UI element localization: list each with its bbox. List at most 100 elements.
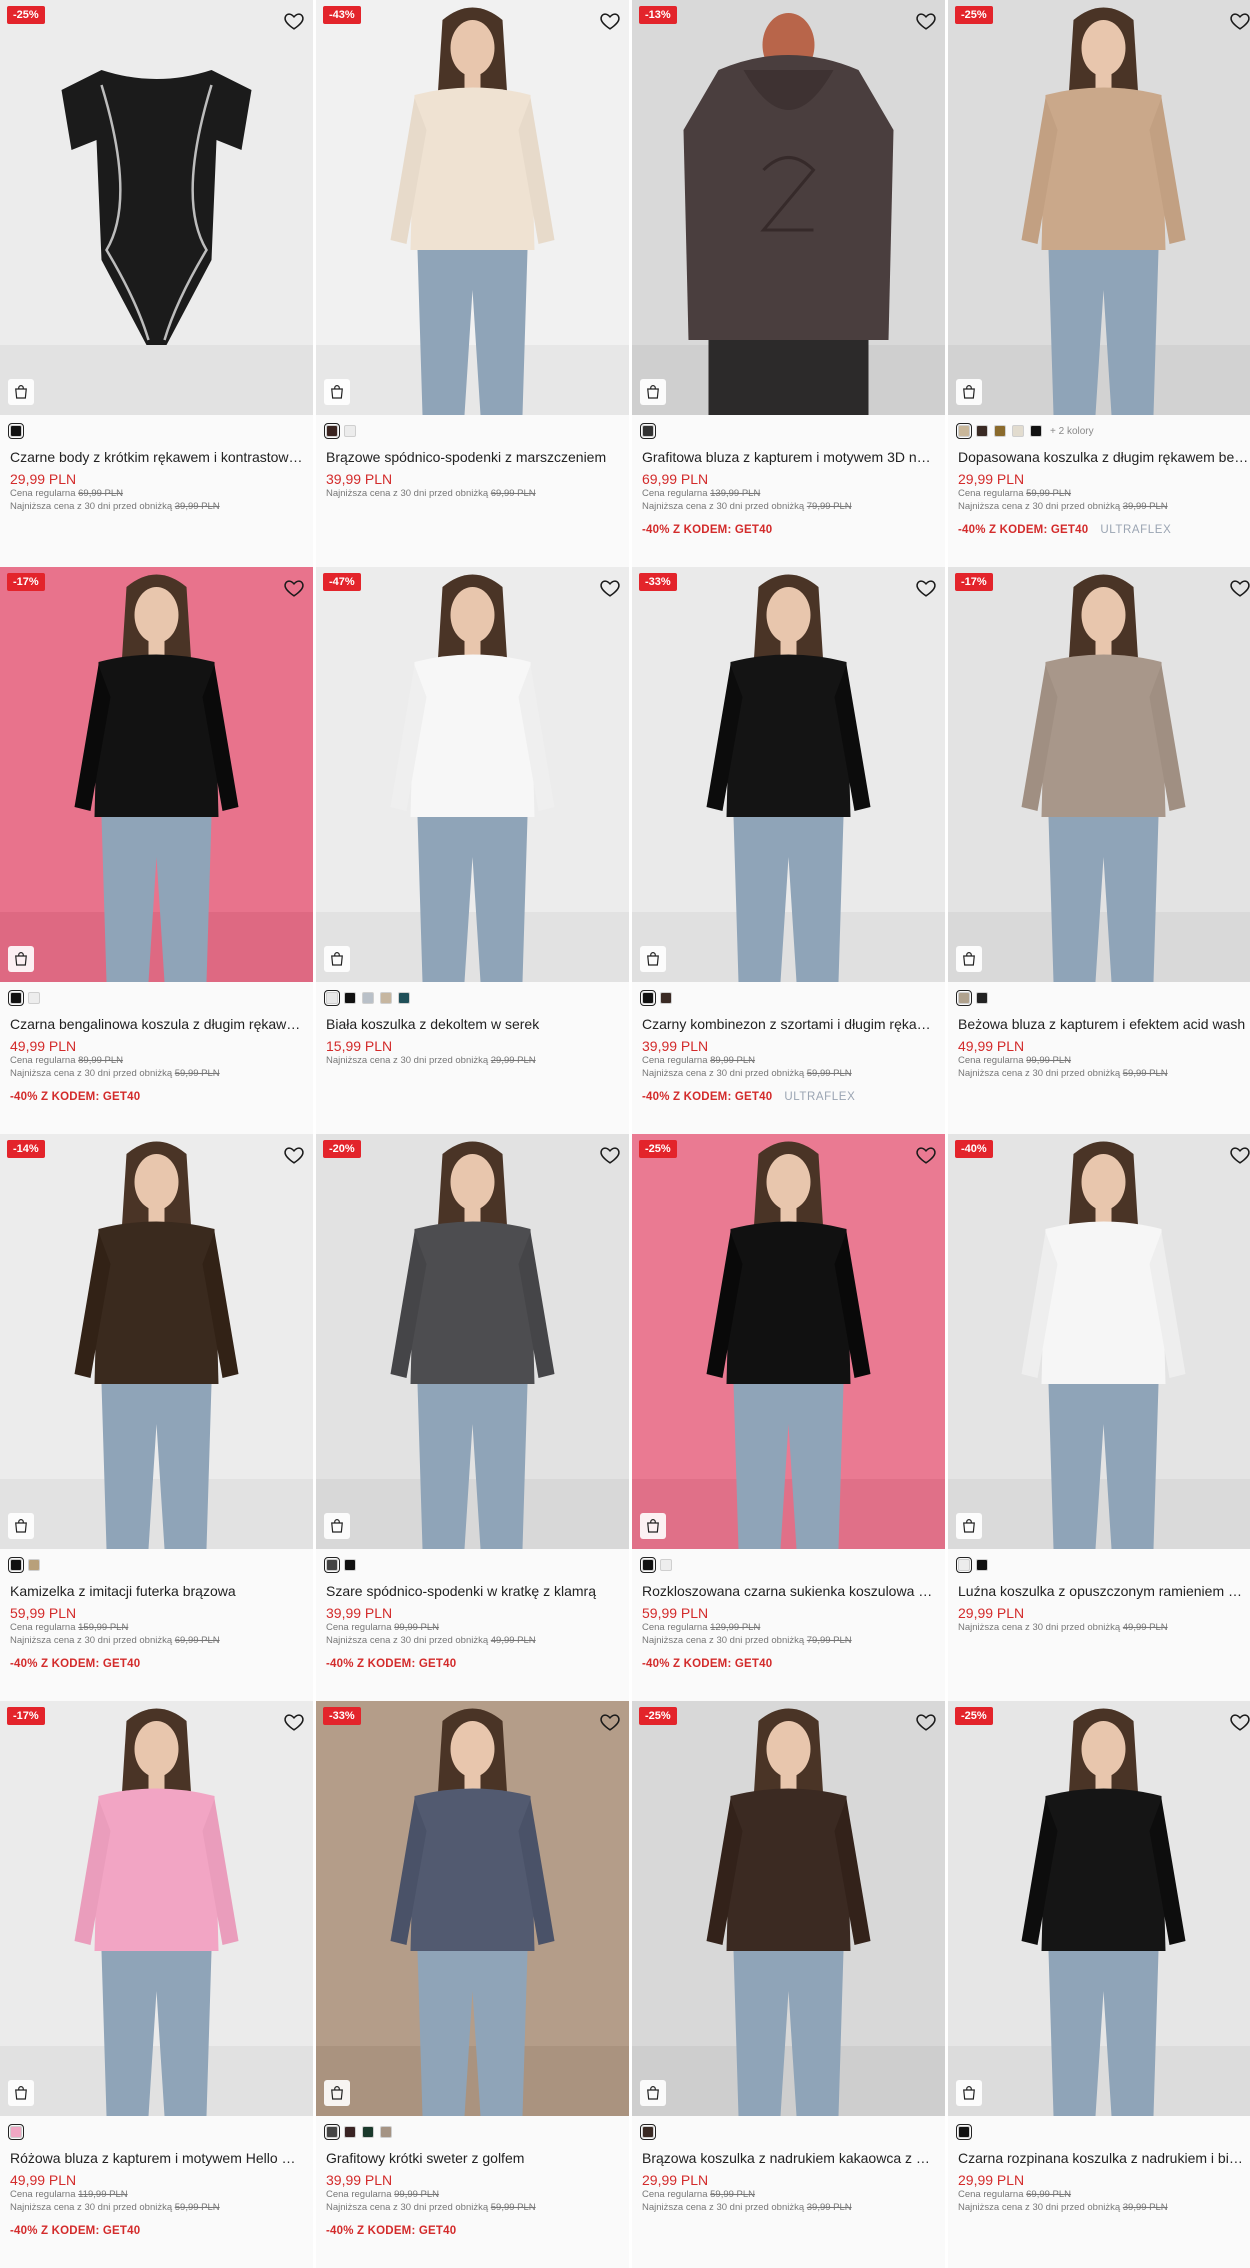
shopping-bag-icon[interactable] [324, 379, 350, 405]
shopping-bag-icon[interactable] [640, 2080, 666, 2106]
color-swatch[interactable] [344, 992, 356, 1004]
product-image[interactable]: -17% [0, 567, 313, 982]
color-swatch[interactable] [956, 990, 972, 1006]
color-swatch[interactable] [398, 992, 410, 1004]
color-swatch[interactable] [380, 992, 392, 1004]
product-name[interactable]: Czarne body z krótkim rękawem i kontrast… [10, 449, 303, 466]
product-image[interactable]: -25% [948, 0, 1250, 415]
shopping-bag-icon[interactable] [324, 2080, 350, 2106]
heart-icon[interactable] [599, 10, 621, 32]
product-card[interactable]: -33% Czarny kombinezon z szortami i długi… [632, 567, 945, 1134]
product-name[interactable]: Brązowa koszulka z nadrukiem kakaowca z … [642, 2150, 935, 2167]
product-card[interactable]: -47% Biała koszulka z dekoltem w serek 15,… [316, 567, 629, 1134]
product-name[interactable]: Kamizelka z imitacji futerka brązowa [10, 1583, 303, 1600]
product-name[interactable]: Czarny kombinezon z szortami i długim rę… [642, 1016, 935, 1033]
color-swatch[interactable] [976, 992, 988, 1004]
color-swatch[interactable] [640, 1557, 656, 1573]
color-swatch[interactable] [1012, 425, 1024, 437]
color-swatch[interactable] [380, 2126, 392, 2138]
color-swatch[interactable] [8, 423, 24, 439]
product-name[interactable]: Biała koszulka z dekoltem w serek [326, 1016, 619, 1033]
shopping-bag-icon[interactable] [324, 1513, 350, 1539]
product-card[interactable]: -20% Szare spódnico-spodenki w kratkę z k… [316, 1134, 629, 1701]
shopping-bag-icon[interactable] [324, 946, 350, 972]
color-swatch[interactable] [660, 992, 672, 1004]
product-image[interactable]: -13% [632, 0, 945, 415]
color-swatch[interactable] [344, 425, 356, 437]
color-swatch[interactable] [976, 1559, 988, 1571]
color-swatch[interactable] [28, 992, 40, 1004]
product-name[interactable]: Rozkloszowana czarna sukienka koszulowa … [642, 1583, 935, 1600]
heart-icon[interactable] [283, 10, 305, 32]
product-name[interactable]: Różowa bluza z kapturem i motywem Hello … [10, 2150, 303, 2167]
shopping-bag-icon[interactable] [8, 1513, 34, 1539]
product-card[interactable]: -25% Czarne body z krótkim rękawem i kont… [0, 0, 313, 567]
color-swatch[interactable] [324, 2124, 340, 2140]
product-image[interactable]: -25% [0, 0, 313, 415]
color-swatch[interactable] [324, 990, 340, 1006]
product-card[interactable]: -25% Czarna rozpinana koszulka z nadrukie… [948, 1701, 1250, 2268]
color-swatch[interactable] [344, 2126, 356, 2138]
product-image[interactable]: -17% [948, 567, 1250, 982]
color-swatch[interactable] [976, 425, 988, 437]
shopping-bag-icon[interactable] [8, 379, 34, 405]
product-name[interactable]: Grafitowa bluza z kapturem i motywem 3D … [642, 449, 935, 466]
color-swatch[interactable] [1030, 425, 1042, 437]
shopping-bag-icon[interactable] [640, 1513, 666, 1539]
color-swatch[interactable] [956, 1557, 972, 1573]
heart-icon[interactable] [283, 1711, 305, 1733]
product-name[interactable]: Czarna rozpinana koszulka z nadrukiem i … [958, 2150, 1249, 2167]
product-image[interactable]: -17% [0, 1701, 313, 2116]
heart-icon[interactable] [1229, 577, 1250, 599]
shopping-bag-icon[interactable] [956, 946, 982, 972]
product-image[interactable]: -47% [316, 567, 629, 982]
color-swatch[interactable] [640, 2124, 656, 2140]
color-swatch[interactable] [640, 990, 656, 1006]
color-swatch[interactable] [362, 992, 374, 1004]
heart-icon[interactable] [599, 1144, 621, 1166]
product-card[interactable]: -25% Rozkloszowana czarna sukienka koszul… [632, 1134, 945, 1701]
product-card[interactable]: -17% Różowa bluza z kapturem i motywem He… [0, 1701, 313, 2268]
color-swatch[interactable] [660, 1559, 672, 1571]
shopping-bag-icon[interactable] [640, 946, 666, 972]
color-swatch[interactable] [8, 2124, 24, 2140]
color-swatch[interactable] [344, 1559, 356, 1571]
product-image[interactable]: -33% [316, 1701, 629, 2116]
product-card[interactable]: -43% Brązowe spódnico-spodenki z marszcze… [316, 0, 629, 567]
heart-icon[interactable] [1229, 1711, 1250, 1733]
more-colors-link[interactable]: + 2 kolory [1050, 426, 1094, 437]
product-name[interactable]: Brązowe spódnico-spodenki z marszczeniem [326, 449, 619, 466]
color-swatch[interactable] [8, 1557, 24, 1573]
product-name[interactable]: Czarna bengalinowa koszula z długim ręka… [10, 1016, 303, 1033]
product-card[interactable]: -13% Grafitowa bluza z kapturem i motywem… [632, 0, 945, 567]
heart-icon[interactable] [915, 1711, 937, 1733]
product-card[interactable]: -40% Luźna koszulka z opuszczonym ramieni… [948, 1134, 1250, 1701]
color-swatch[interactable] [994, 425, 1006, 437]
product-image[interactable]: -25% [948, 1701, 1250, 2116]
shopping-bag-icon[interactable] [956, 379, 982, 405]
product-card[interactable]: -25% Brązowa koszulka z nadrukiem kakaowc… [632, 1701, 945, 2268]
product-name[interactable]: Luźna koszulka z opuszczonym ramieniem b… [958, 1583, 1249, 1600]
color-swatch[interactable] [956, 423, 972, 439]
product-name[interactable]: Szare spódnico-spodenki w kratkę z klamr… [326, 1583, 619, 1600]
product-image[interactable]: -43% [316, 0, 629, 415]
product-image[interactable]: -14% [0, 1134, 313, 1549]
heart-icon[interactable] [915, 1144, 937, 1166]
product-name[interactable]: Dopasowana koszulka z długim rękawem beż… [958, 449, 1249, 466]
product-image[interactable]: -33% [632, 567, 945, 982]
heart-icon[interactable] [599, 577, 621, 599]
heart-icon[interactable] [283, 1144, 305, 1166]
product-image[interactable]: -25% [632, 1701, 945, 2116]
shopping-bag-icon[interactable] [640, 379, 666, 405]
product-card[interactable]: -17% Czarna bengalinowa koszula z długim … [0, 567, 313, 1134]
heart-icon[interactable] [599, 1711, 621, 1733]
color-swatch[interactable] [324, 423, 340, 439]
shopping-bag-icon[interactable] [956, 1513, 982, 1539]
heart-icon[interactable] [915, 10, 937, 32]
shopping-bag-icon[interactable] [956, 2080, 982, 2106]
product-name[interactable]: Grafitowy krótki sweter z golfem [326, 2150, 619, 2167]
color-swatch[interactable] [28, 1559, 40, 1571]
product-image[interactable]: -20% [316, 1134, 629, 1549]
product-card[interactable]: -14% Kamizelka z imitacji futerka brązowa… [0, 1134, 313, 1701]
product-image[interactable]: -40% [948, 1134, 1250, 1549]
